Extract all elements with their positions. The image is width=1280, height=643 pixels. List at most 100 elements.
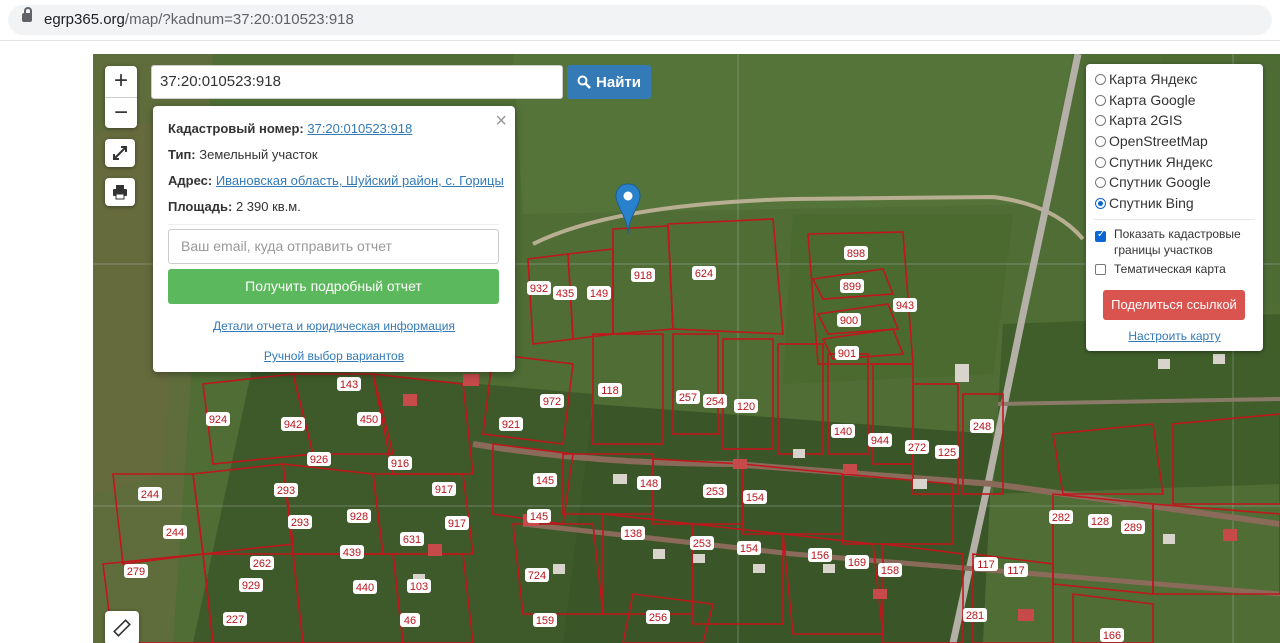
- svg-text:253: 253: [706, 486, 724, 498]
- radio-button[interactable]: [1095, 94, 1106, 106]
- find-button[interactable]: Найти: [567, 65, 651, 99]
- parcel-label-917a: 917: [432, 482, 456, 496]
- parcel-label-972: 972: [540, 394, 564, 408]
- parcel-label-262: 262: [250, 556, 274, 570]
- zoom-out-button[interactable]: −: [105, 98, 137, 129]
- parcel-label-156: 156: [808, 548, 832, 562]
- configure-map-link[interactable]: Настроить карту: [1086, 329, 1263, 343]
- svg-text:898: 898: [847, 248, 865, 260]
- print-button[interactable]: [105, 178, 135, 206]
- map-canvas[interactable]: 918 624 898 899 900 901 943 932 435 149 …: [93, 54, 1280, 643]
- email-field[interactable]: Ваш email, куда отправить отчет: [168, 229, 499, 264]
- parcel-label-145b: 145: [527, 509, 551, 523]
- cadastral-number-link[interactable]: 37:20:010523:918: [307, 121, 412, 136]
- parcel-label-169: 169: [845, 555, 869, 569]
- zoom-in-button[interactable]: +: [105, 66, 137, 98]
- divider: [1094, 219, 1255, 220]
- svg-text:282: 282: [1052, 512, 1070, 524]
- get-report-button[interactable]: Получить подробный отчет: [168, 269, 499, 304]
- parcel-label-154b: 154: [737, 541, 761, 555]
- layer-option[interactable]: Спутник Google: [1095, 172, 1211, 192]
- svg-text:128: 128: [1091, 516, 1109, 528]
- radio-button[interactable]: [1095, 197, 1106, 209]
- layer-switcher: Карта Яндекс Карта Google Карта 2GIS Ope…: [1086, 64, 1263, 351]
- radio-button[interactable]: [1095, 156, 1106, 168]
- radio-button[interactable]: [1095, 176, 1106, 188]
- svg-text:926: 926: [310, 454, 328, 466]
- parcel-label-254: 254: [703, 394, 727, 408]
- parcel-label-624: 624: [692, 266, 716, 280]
- parcel-label-918: 918: [631, 268, 655, 282]
- svg-text:929: 929: [242, 580, 260, 592]
- svg-text:118: 118: [601, 385, 619, 397]
- svg-text:944: 944: [871, 435, 889, 447]
- layer-option[interactable]: Карта Google: [1095, 90, 1196, 110]
- svg-text:450: 450: [360, 414, 378, 426]
- svg-text:972: 972: [543, 396, 561, 408]
- share-link-button[interactable]: Поделиться ссылкой: [1103, 290, 1245, 320]
- checkbox-label: Показать кадастровые границы участков: [1114, 227, 1241, 257]
- parcel-label-154a: 154: [743, 490, 767, 504]
- layer-option[interactable]: Спутник Bing: [1095, 193, 1194, 213]
- svg-text:140: 140: [834, 426, 852, 438]
- ruler-icon: [113, 619, 131, 637]
- area-value: 2 390 кв.м.: [235, 199, 301, 214]
- radio-button[interactable]: [1095, 73, 1106, 85]
- radio-button[interactable]: [1095, 114, 1106, 126]
- show-boundaries-toggle[interactable]: Показать кадастровые границы участков: [1095, 226, 1255, 258]
- zoom-control: + −: [105, 66, 137, 128]
- manual-selection-link[interactable]: Ручной выбор вариантов: [153, 349, 515, 363]
- parcel-label-120: 120: [734, 399, 758, 413]
- parcel-label-450: 450: [357, 412, 381, 426]
- layer-option[interactable]: Карта 2GIS: [1095, 110, 1182, 130]
- svg-text:921: 921: [502, 419, 520, 431]
- checkbox[interactable]: [1095, 264, 1106, 275]
- svg-text:166: 166: [1103, 630, 1121, 642]
- close-icon[interactable]: ×: [495, 110, 507, 133]
- parcel-label-117a: 117: [974, 557, 998, 571]
- type-label: Тип:: [168, 147, 196, 162]
- parcel-info-popup: × Кадастровый номер: 37:20:010523:918 Ти…: [153, 106, 515, 372]
- thematic-map-toggle[interactable]: Тематическая карта: [1095, 262, 1226, 276]
- parcel-label-125: 125: [935, 445, 959, 459]
- parcel-label-440: 440: [353, 580, 377, 594]
- parcel-label-244b: 244: [163, 525, 187, 539]
- cadastral-number-row: Кадастровый номер: 37:20:010523:918: [168, 121, 412, 136]
- address-link[interactable]: Ивановская область, Шуйский район, с. Го…: [216, 173, 504, 188]
- find-button-label: Найти: [596, 73, 641, 91]
- parcel-label-724: 724: [525, 568, 549, 582]
- parcel-label-631: 631: [400, 532, 424, 546]
- parcel-label-900: 900: [837, 313, 861, 327]
- svg-text:254: 254: [706, 396, 724, 408]
- cadastral-search-input[interactable]: 37:20:010523:918: [151, 65, 563, 99]
- svg-text:154: 154: [740, 543, 758, 555]
- svg-text:143: 143: [340, 379, 358, 391]
- svg-text:244: 244: [141, 489, 159, 501]
- svg-text:924: 924: [209, 414, 227, 426]
- report-details-link[interactable]: Детали отчета и юридическая информация: [153, 319, 515, 333]
- radio-button[interactable]: [1095, 135, 1106, 147]
- layer-option[interactable]: Карта Яндекс: [1095, 69, 1197, 89]
- svg-text:253: 253: [693, 538, 711, 550]
- layer-option[interactable]: Спутник Яндекс: [1095, 152, 1213, 172]
- printer-icon: [113, 185, 127, 200]
- svg-text:149: 149: [590, 288, 608, 300]
- parcel-label-917b: 917: [445, 516, 469, 530]
- checkbox[interactable]: [1095, 229, 1106, 242]
- url-text[interactable]: egrp365.org/map/?kadnum=37:20:010523:918: [44, 11, 354, 28]
- parcel-label-253a: 253: [703, 484, 727, 498]
- measure-button[interactable]: [105, 611, 139, 643]
- parcel-label-138: 138: [621, 526, 645, 540]
- svg-text:899: 899: [843, 281, 861, 293]
- fullscreen-button[interactable]: [105, 139, 135, 167]
- parcel-label-148: 148: [637, 476, 661, 490]
- parcel-label-117b: 117: [1004, 563, 1028, 577]
- layer-label: Карта Google: [1109, 92, 1196, 108]
- layer-option[interactable]: OpenStreetMap: [1095, 131, 1208, 151]
- parcel-label-253b: 253: [690, 536, 714, 550]
- divider: [168, 224, 499, 225]
- svg-text:918: 918: [634, 270, 652, 282]
- address-row: Адрес: Ивановская область, Шуйский район…: [168, 173, 504, 188]
- svg-text:279: 279: [127, 566, 145, 578]
- svg-text:145: 145: [530, 511, 548, 523]
